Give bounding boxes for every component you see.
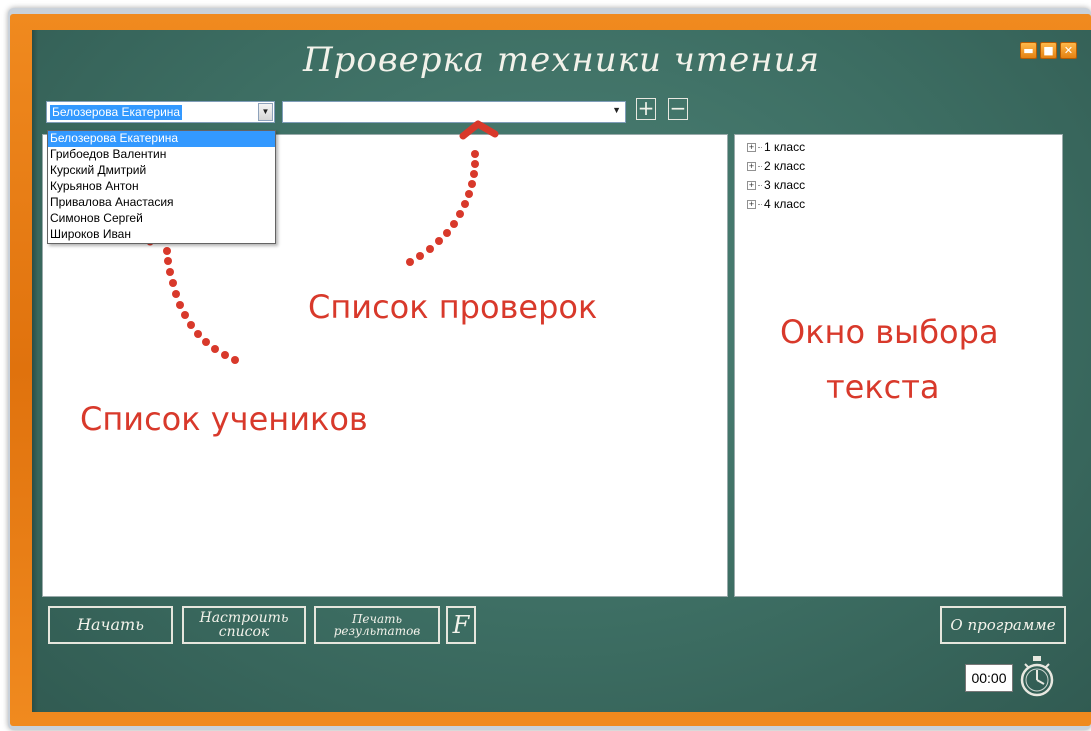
expand-icon[interactable]: + — [747, 199, 756, 209]
add-check-button[interactable]: + — [636, 98, 656, 120]
tree-item[interactable]: + 2 класс — [747, 157, 805, 175]
configure-list-button[interactable]: Настроить список — [182, 606, 306, 644]
expand-icon[interactable]: + — [747, 142, 756, 152]
list-item[interactable]: Широков Иван — [48, 227, 275, 243]
about-button[interactable]: О программе — [940, 606, 1066, 644]
annotation-students: Список учеников — [80, 400, 368, 438]
start-button-label: Начать — [77, 615, 144, 634]
expand-icon[interactable]: + — [747, 161, 756, 171]
chevron-down-icon[interactable]: ▼ — [258, 103, 273, 121]
start-button[interactable]: Начать — [48, 606, 173, 644]
annotation-text-window-2: текста — [826, 368, 940, 406]
remove-check-button[interactable]: − — [668, 98, 688, 120]
minimize-button[interactable]: ▬ — [1020, 42, 1037, 59]
list-item[interactable]: Привалова Анастасия — [48, 195, 275, 211]
print-results-button[interactable]: Печать результатов — [314, 606, 440, 644]
font-icon: F — [452, 611, 470, 639]
list-item[interactable]: Белозерова Екатерина — [48, 131, 275, 147]
tree-item[interactable]: + 4 класс — [747, 195, 805, 213]
chalkboard: Проверка техники чтения ▬ ■ ✕ Белозерова… — [32, 30, 1091, 712]
about-button-label: О программе — [950, 615, 1056, 634]
close-button[interactable]: ✕ — [1060, 42, 1077, 59]
board-edge — [32, 30, 38, 712]
tree-item-label: 4 класс — [764, 197, 806, 211]
maximize-button[interactable]: ■ — [1040, 42, 1057, 59]
student-select-value: Белозерова Екатерина — [50, 105, 183, 120]
configure-label-1: Настроить — [199, 610, 289, 626]
tree-item-label: 2 класс — [764, 159, 806, 173]
annotation-text-window-1: Окно выбора — [780, 313, 999, 351]
annotation-checks: Список проверок — [308, 288, 598, 326]
tree-item-label: 1 класс — [764, 140, 806, 154]
list-item[interactable]: Грибоедов Валентин — [48, 147, 275, 163]
app-title: Проверка техники чтения — [302, 40, 821, 80]
student-dropdown-list[interactable]: Белозерова Екатерина Грибоедов Валентин … — [47, 130, 276, 244]
configure-label-2: список — [218, 624, 270, 640]
tree-item[interactable]: + 3 класс — [747, 176, 805, 194]
timer-display: 00:00 — [965, 664, 1013, 692]
print-label-2: результатов — [333, 624, 421, 638]
stopwatch-icon[interactable] — [1019, 654, 1055, 698]
tree-item-label: 3 класс — [764, 178, 806, 192]
expand-icon[interactable]: + — [747, 180, 756, 190]
list-item[interactable]: Курский Дмитрий — [48, 163, 275, 179]
window-controls: ▬ ■ ✕ — [1020, 42, 1077, 59]
list-item[interactable]: Курьянов Антон — [48, 179, 275, 195]
chevron-down-icon[interactable]: ▼ — [612, 105, 621, 115]
text-tree-panel[interactable]: + 1 класс + 2 класс + 3 класс + 4 класс — [734, 134, 1063, 597]
font-settings-button[interactable]: F — [446, 606, 476, 644]
student-select[interactable]: Белозерова Екатерина ▼ — [46, 101, 275, 123]
list-item[interactable]: Симонов Сергей — [48, 211, 275, 227]
check-select[interactable]: ▼ — [282, 101, 626, 123]
tree-item[interactable]: + 1 класс — [747, 138, 805, 156]
